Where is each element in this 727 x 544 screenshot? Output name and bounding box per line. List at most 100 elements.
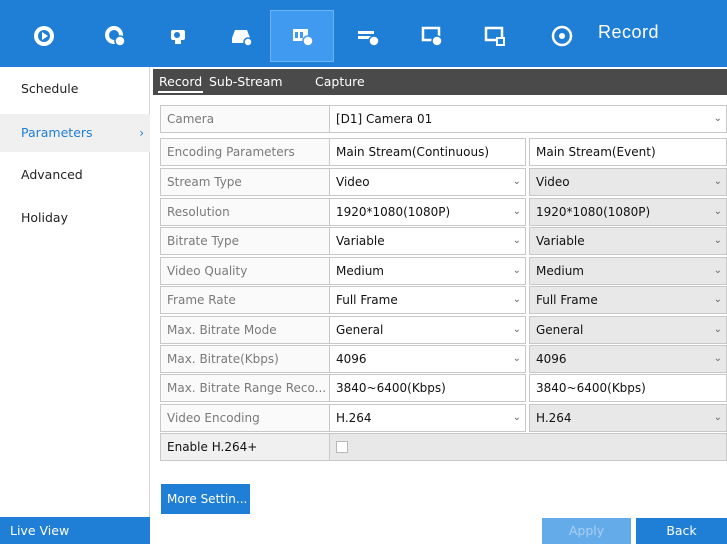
select-value: General — [336, 323, 384, 337]
live-view-button[interactable]: Live View — [0, 517, 150, 544]
event-select[interactable]: 1920*1080(1080P) ⌄ — [529, 198, 727, 226]
continuous-select[interactable]: Full Frame ⌄ — [329, 286, 526, 314]
camera-select[interactable]: [D1] Camera 01 ⌄ — [329, 105, 727, 133]
chevron-down-icon: ⌄ — [713, 235, 722, 246]
value-cell: 3840~6400(Kbps) — [329, 374, 526, 402]
apply-button[interactable]: Apply — [542, 518, 631, 544]
event-select[interactable]: Full Frame ⌄ — [529, 286, 727, 314]
select-value: Video — [536, 175, 570, 189]
event-select[interactable]: Variable ⌄ — [529, 227, 727, 255]
field-label: Encoding Parameters — [160, 138, 330, 166]
tab-capture[interactable]: Capture — [315, 69, 365, 95]
tab-sub-stream[interactable]: Sub-Stream — [209, 69, 283, 95]
continuous-select[interactable]: 1920*1080(1080P) ⌄ — [329, 198, 526, 226]
event-select[interactable]: H.264 ⌄ — [529, 404, 727, 432]
maintenance-icon[interactable] — [463, 10, 527, 62]
encoding-row: Resolution 1920*1080(1080P) ⌄ 1920*1080(108… — [160, 198, 727, 227]
chevron-down-icon: ⌄ — [713, 113, 722, 124]
live-view-icon[interactable] — [12, 10, 76, 62]
select-value: Full Frame — [336, 293, 398, 307]
event-select[interactable]: Video ⌄ — [529, 168, 727, 196]
field-label: Frame Rate — [160, 286, 330, 314]
top-toolbar: Record — [0, 0, 727, 67]
sidebar-item-advanced[interactable]: Advanced — [0, 156, 150, 194]
select-value: [D1] Camera 01 — [336, 112, 433, 126]
field-label: Video Quality — [160, 257, 330, 285]
select-value: Variable — [536, 234, 585, 248]
record-icon[interactable] — [270, 10, 334, 62]
select-value: Medium — [336, 264, 384, 278]
continuous-select[interactable]: H.264 ⌄ — [329, 404, 526, 432]
enable-h264plus-checkbox[interactable] — [336, 441, 348, 453]
continuous-select[interactable]: 4096 ⌄ — [329, 345, 526, 373]
field-label: Bitrate Type — [160, 227, 330, 255]
chevron-down-icon: ⌄ — [713, 265, 722, 276]
select-value: General — [536, 323, 584, 337]
continuous-select[interactable]: Medium ⌄ — [329, 257, 526, 285]
sidebar-item-parameters[interactable]: Parameters › — [0, 114, 150, 152]
select-value: 1920*1080(1080P) — [336, 205, 451, 219]
event-select[interactable]: General ⌄ — [529, 316, 727, 344]
continuous-select[interactable]: Variable ⌄ — [329, 227, 526, 255]
camera-icon[interactable] — [147, 10, 211, 62]
camera-row: Camera [D1] Camera 01 ⌄ — [160, 105, 727, 134]
field-label: Stream Type — [160, 168, 330, 196]
encoding-row: Video Quality Medium ⌄ Medium ⌄ — [160, 257, 727, 286]
chevron-down-icon: ⌄ — [512, 176, 521, 187]
field-label: Camera — [160, 105, 330, 133]
encoding-row: Stream Type Video ⌄ Video ⌄ — [160, 168, 727, 197]
chevron-down-icon: ⌄ — [713, 353, 722, 364]
continuous-select[interactable]: Video ⌄ — [329, 168, 526, 196]
select-value: Full Frame — [536, 293, 598, 307]
sidebar-item-schedule[interactable]: Schedule — [0, 70, 150, 108]
select-value: 4096 — [336, 352, 367, 366]
encoding-row: Max. Bitrate Range Reco... 3840~6400(Kbps… — [160, 374, 727, 403]
chevron-down-icon: ⌄ — [512, 235, 521, 246]
select-value: Medium — [536, 264, 584, 278]
tab-record[interactable]: Record — [157, 69, 204, 95]
sidebar-item-holiday[interactable]: Holiday — [0, 199, 150, 237]
encoding-header-row: Encoding Parameters Main Stream(Continuo… — [160, 138, 727, 167]
tab-bar: Record Sub-Stream Capture — [153, 69, 727, 95]
chevron-down-icon: ⌄ — [512, 324, 521, 335]
back-button[interactable]: Back — [636, 518, 727, 544]
continuous-select[interactable]: General ⌄ — [329, 316, 526, 344]
select-value: H.264 — [536, 411, 572, 425]
select-value: 3840~6400(Kbps) — [336, 381, 446, 395]
storage-icon[interactable] — [210, 10, 274, 62]
chevron-down-icon: ⌄ — [713, 206, 722, 217]
select-value: 1920*1080(1080P) — [536, 205, 651, 219]
chevron-down-icon: ⌄ — [713, 294, 722, 305]
encoding-row: Max. Bitrate Mode General ⌄ General ⌄ — [160, 316, 727, 345]
sidebar-item-label: Holiday — [21, 210, 68, 225]
value-cell: 3840~6400(Kbps) — [529, 374, 727, 402]
chevron-down-icon: ⌄ — [512, 265, 521, 276]
event-select[interactable]: Medium ⌄ — [529, 257, 727, 285]
field-label: Resolution — [160, 198, 330, 226]
chevron-down-icon: ⌄ — [713, 176, 722, 187]
select-value: Video — [336, 175, 370, 189]
chevron-down-icon: ⌄ — [512, 294, 521, 305]
enable-h264plus-row: Enable H.264+ — [160, 433, 727, 462]
field-label: Video Encoding — [160, 404, 330, 432]
shutdown-icon[interactable] — [530, 10, 594, 62]
chevron-down-icon: ⌄ — [713, 324, 722, 335]
field-label: Max. Bitrate Mode — [160, 316, 330, 344]
enable-h264plus-cell — [329, 433, 727, 461]
sidebar-item-label: Advanced — [21, 167, 83, 182]
chevron-down-icon: ⌄ — [512, 206, 521, 217]
field-label: Enable H.264+ — [160, 433, 330, 461]
field-label: Max. Bitrate(Kbps) — [160, 345, 330, 373]
select-value: 3840~6400(Kbps) — [536, 381, 646, 395]
network-icon[interactable] — [336, 10, 400, 62]
system-icon[interactable] — [400, 10, 464, 62]
chevron-down-icon: ⌄ — [713, 412, 722, 423]
more-settings-button[interactable]: More Settin... — [161, 484, 250, 514]
chevron-down-icon: ⌄ — [512, 353, 521, 364]
chevron-right-icon: › — [139, 126, 144, 140]
event-select[interactable]: 4096 ⌄ — [529, 345, 727, 373]
select-value: H.264 — [336, 411, 372, 425]
playback-icon[interactable] — [83, 10, 147, 62]
chevron-down-icon: ⌄ — [512, 412, 521, 423]
encoding-row: Frame Rate Full Frame ⌄ Full Frame ⌄ — [160, 286, 727, 315]
